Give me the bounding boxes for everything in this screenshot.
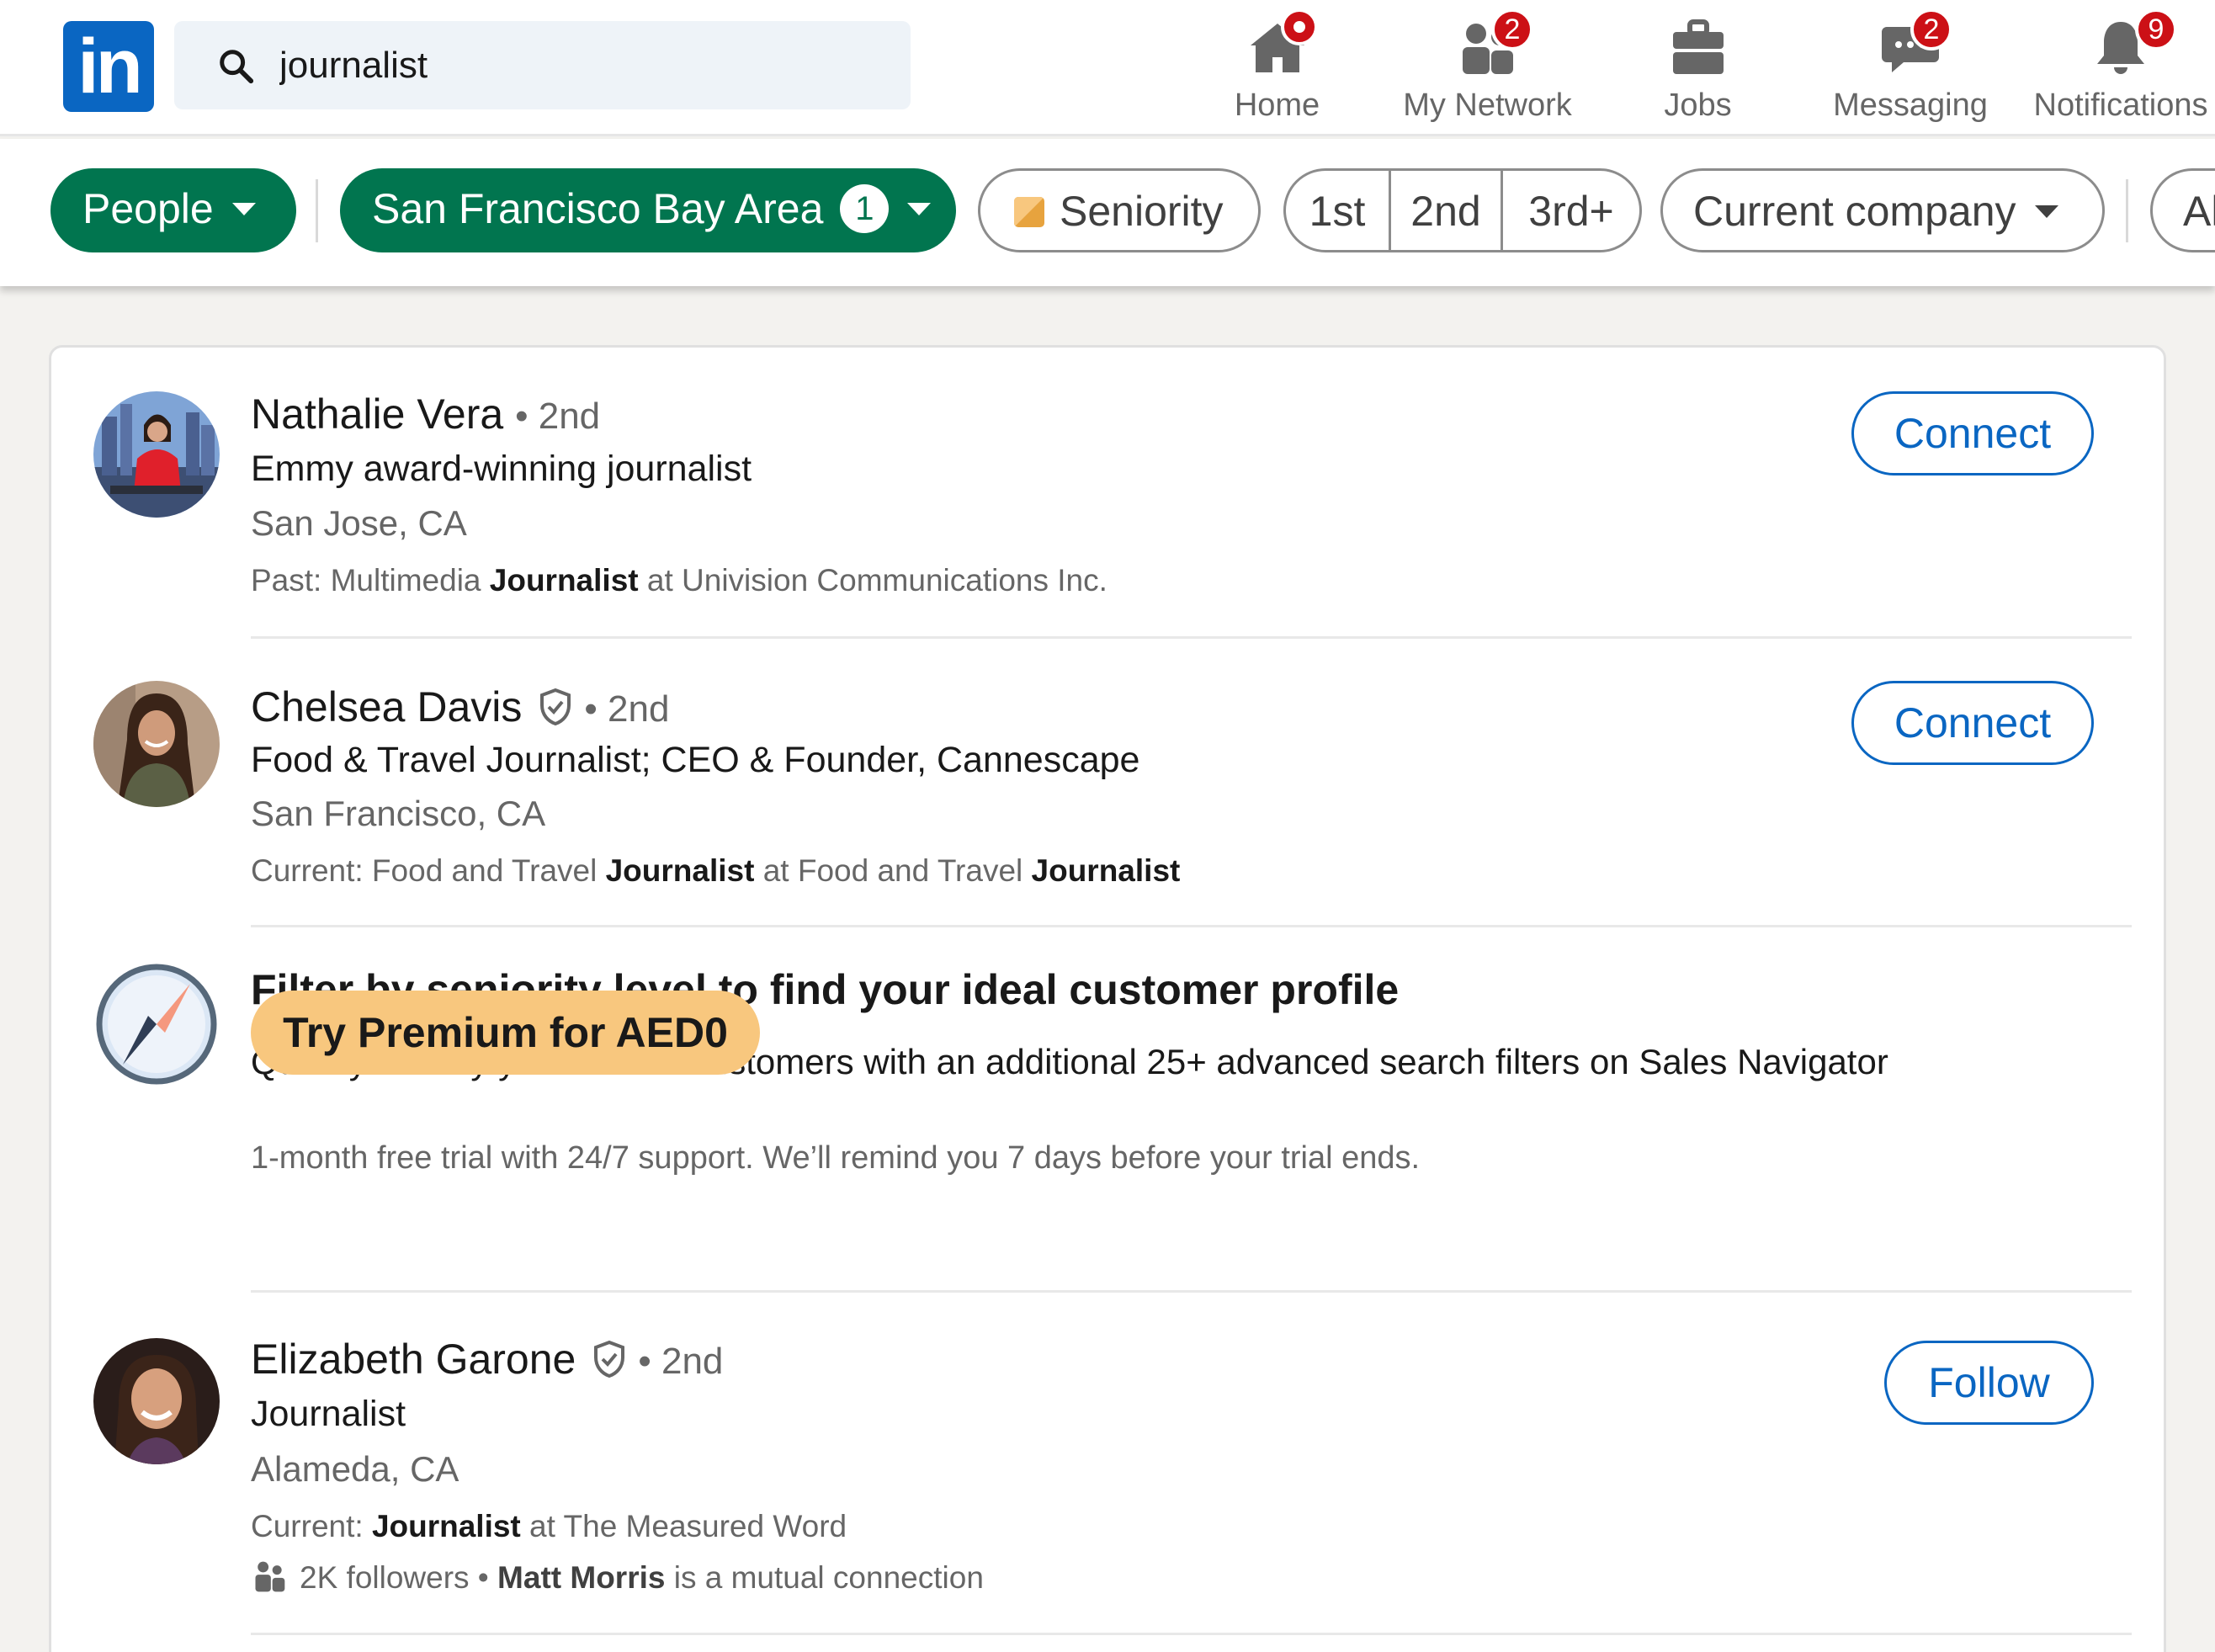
nav-messaging[interactable]: 2 Messaging bbox=[1826, 8, 1995, 130]
search-icon bbox=[220, 50, 254, 84]
summary-keyword: Journalist bbox=[1031, 853, 1181, 888]
compass-icon bbox=[96, 964, 217, 1085]
notifications-badge: 9 bbox=[2135, 8, 2177, 50]
result-summary: Current: Journalist at The Measured Word bbox=[251, 1509, 847, 1544]
nav-notifications[interactable]: 9 Notifications bbox=[2032, 8, 2209, 130]
result-location: San Francisco, CA bbox=[251, 794, 546, 833]
result-item: Elizabeth Garone • 2nd Journalist Alameda… bbox=[51, 1294, 2164, 1652]
mutual-connection-name[interactable]: Matt Morris bbox=[497, 1560, 665, 1595]
location-filter-label: San Francisco Bay Area bbox=[372, 185, 824, 232]
chevron-down-icon bbox=[907, 203, 932, 216]
summary-text: at Univision Communications Inc. bbox=[638, 563, 1108, 598]
search-input[interactable] bbox=[279, 21, 868, 109]
followers-count: 2K followers • bbox=[300, 1560, 489, 1595]
summary-keyword: Journalist bbox=[605, 853, 755, 888]
filter-divider bbox=[2126, 179, 2128, 242]
nav-home[interactable]: Home bbox=[1212, 8, 1342, 130]
seniority-filter-label: Seniority bbox=[1060, 188, 1224, 235]
avatar[interactable] bbox=[93, 391, 220, 518]
nav-notifications-label: Notifications bbox=[2033, 88, 2208, 123]
result-item: Chelsea Davis • 2nd Food & Travel Journal… bbox=[51, 639, 2164, 927]
verified-shield-icon bbox=[540, 688, 571, 725]
search-results-card: Nathalie Vera • 2nd Emmy award-winning j… bbox=[49, 345, 2166, 1652]
briefcase-icon bbox=[1672, 19, 1724, 74]
degree-2nd-button[interactable]: 2nd bbox=[1389, 171, 1501, 250]
follow-button[interactable]: Follow bbox=[1884, 1341, 2094, 1425]
network-badge: 2 bbox=[1491, 8, 1533, 50]
divider bbox=[251, 1290, 2132, 1293]
all-filters-label: Al bbox=[2183, 188, 2215, 235]
summary-text: Current: Food and Travel bbox=[251, 853, 606, 888]
connection-degree: • 2nd bbox=[584, 688, 670, 730]
connection-degree: • 2nd bbox=[638, 1341, 724, 1382]
nav-messaging-label: Messaging bbox=[1833, 88, 1988, 123]
result-headline: Emmy award-winning journalist bbox=[251, 449, 752, 489]
location-filter-count: 1 bbox=[840, 183, 890, 233]
degree-3rd-button[interactable]: 3rd+ bbox=[1501, 171, 1639, 250]
home-notification-dot bbox=[1281, 8, 1318, 45]
result-location: San Jose, CA bbox=[251, 503, 467, 543]
promo-note-text: 1-month free trial with 24/7 support. We… bbox=[251, 1140, 1421, 1176]
nav-home-label: Home bbox=[1234, 88, 1320, 123]
linkedin-logo-icon[interactable]: in bbox=[63, 21, 154, 112]
people-icon bbox=[255, 1561, 285, 1592]
connect-button[interactable]: Connect bbox=[1851, 391, 2094, 475]
search-filter-bar: People San Francisco Bay Area 1 Seniority… bbox=[0, 139, 2215, 286]
top-navigation: in Home 2 My Network bbox=[0, 0, 2215, 136]
summary-text: Past: Multimedia bbox=[251, 563, 490, 598]
result-name[interactable]: Chelsea Davis • 2nd bbox=[251, 683, 669, 731]
premium-promo: Filter by seniority level to find your i… bbox=[51, 927, 2164, 1294]
avatar[interactable] bbox=[93, 681, 220, 807]
result-headline: Journalist bbox=[251, 1394, 406, 1434]
nav-jobs[interactable]: Jobs bbox=[1633, 8, 1763, 130]
result-summary: Current: Food and Travel Journalist at F… bbox=[251, 853, 1180, 889]
nav-my-network[interactable]: 2 My Network bbox=[1397, 8, 1578, 130]
summary-text: Current: bbox=[251, 1509, 372, 1543]
seniority-filter-button[interactable]: Seniority bbox=[978, 168, 1261, 252]
chevron-down-icon bbox=[231, 203, 256, 216]
avatar[interactable] bbox=[93, 1338, 220, 1464]
connection-degree-filter: 1st 2nd 3rd+ bbox=[1283, 168, 1642, 252]
premium-icon bbox=[1014, 196, 1044, 227]
divider bbox=[251, 1633, 2132, 1635]
result-location: Alameda, CA bbox=[251, 1449, 459, 1489]
degree-1st-label: 1st bbox=[1309, 188, 1366, 235]
summary-text: at The Measured Word bbox=[520, 1509, 847, 1543]
location-filter-button[interactable]: San Francisco Bay Area 1 bbox=[340, 168, 956, 252]
mutual-connection-text: is a mutual connection bbox=[673, 1560, 984, 1595]
search-bar[interactable] bbox=[174, 21, 911, 109]
summary-keyword: Journalist bbox=[489, 563, 639, 598]
result-name-text[interactable]: Nathalie Vera bbox=[251, 390, 503, 438]
try-premium-button[interactable]: Try Premium for AED0 bbox=[251, 991, 760, 1075]
degree-3rd-label: 3rd+ bbox=[1528, 188, 1614, 235]
nav-jobs-label: Jobs bbox=[1664, 88, 1732, 123]
messaging-badge: 2 bbox=[1910, 8, 1952, 50]
summary-keyword: Journalist bbox=[371, 1509, 521, 1543]
chevron-down-icon bbox=[2034, 205, 2058, 219]
current-company-filter-button[interactable]: Current company bbox=[1660, 168, 2105, 252]
result-headline: Food & Travel Journalist; CEO & Founder,… bbox=[251, 740, 1140, 780]
promo-note: 1-month free trial with 24/7 support. We… bbox=[251, 1140, 1420, 1177]
connect-button[interactable]: Connect bbox=[1851, 681, 2094, 765]
current-company-filter-label: Current company bbox=[1693, 188, 2016, 235]
result-insights: 2K followers • Matt Morris is a mutual c… bbox=[251, 1560, 984, 1596]
people-filter-label: People bbox=[82, 185, 214, 232]
nav-my-network-label: My Network bbox=[1403, 88, 1572, 123]
summary-text: at Food and Travel bbox=[754, 853, 1032, 888]
verified-shield-icon bbox=[594, 1340, 625, 1378]
result-name[interactable]: Nathalie Vera • 2nd bbox=[251, 390, 600, 438]
result-name-text[interactable]: Elizabeth Garone bbox=[251, 1336, 576, 1383]
connection-degree: • 2nd bbox=[515, 396, 601, 437]
filter-divider bbox=[316, 179, 318, 242]
result-summary: Past: Multimedia Journalist at Univision… bbox=[251, 563, 1108, 598]
degree-2nd-label: 2nd bbox=[1410, 188, 1481, 235]
all-filters-button[interactable]: Al bbox=[2150, 168, 2215, 252]
result-name[interactable]: Elizabeth Garone • 2nd bbox=[251, 1335, 723, 1384]
people-filter-button[interactable]: People bbox=[50, 168, 296, 252]
result-item: Nathalie Vera • 2nd Emmy award-winning j… bbox=[51, 348, 2164, 639]
result-name-text[interactable]: Chelsea Davis bbox=[251, 683, 522, 730]
degree-1st-button[interactable]: 1st bbox=[1286, 171, 1389, 250]
